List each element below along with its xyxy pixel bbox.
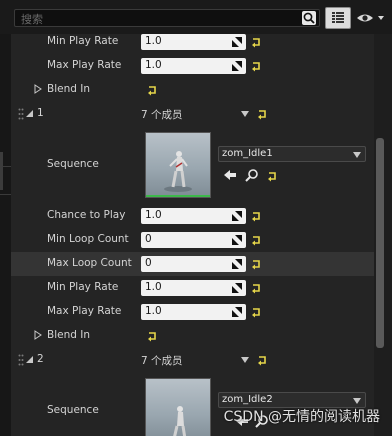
resize-handle-icon[interactable]: [232, 61, 242, 71]
max-play-rate-field[interactable]: 1.0: [141, 58, 246, 74]
reset-to-default-icon[interactable]: [147, 84, 159, 96]
details-toolbar: 搜索: [0, 0, 392, 34]
chevron-down-icon[interactable]: [241, 357, 249, 363]
property-row-chance-to-play: Chance to Play 1.0: [11, 204, 374, 228]
property-row-max-play-rate: Max Play Rate 1.0: [11, 300, 374, 324]
reset-to-default-icon[interactable]: [251, 306, 263, 318]
field-value: 1.0: [145, 281, 162, 293]
browse-asset-icon[interactable]: [245, 168, 259, 182]
resize-handle-icon[interactable]: [232, 235, 242, 245]
character-preview-icon: [164, 151, 192, 192]
reset-to-default-icon[interactable]: [251, 258, 263, 270]
property-label: Chance to Play: [47, 209, 126, 221]
reset-to-default-icon[interactable]: [251, 234, 263, 246]
left-gutter: [0, 34, 11, 436]
field-value: 1.0: [145, 35, 162, 47]
min-play-rate-field[interactable]: 1.0: [141, 34, 246, 50]
chevron-down-icon: [353, 152, 361, 158]
search-placeholder: 搜索: [21, 13, 43, 26]
field-value: 1.0: [145, 305, 162, 317]
member-count: 7 个成员: [141, 109, 183, 121]
property-row-max-loop-count: Max Loop Count 0: [11, 252, 374, 276]
chevron-down-icon: [353, 398, 361, 404]
use-selected-asset-icon[interactable]: [223, 168, 237, 182]
expand-arrow-icon[interactable]: [33, 330, 43, 340]
max-loop-count-field[interactable]: 0: [141, 256, 246, 272]
chevron-down-icon: [378, 16, 384, 20]
resize-handle-icon[interactable]: [232, 259, 242, 269]
view-options-button[interactable]: [355, 10, 387, 26]
property-row-max-play-rate: Max Play Rate 1.0: [11, 54, 374, 78]
resize-handle-icon[interactable]: [232, 37, 242, 47]
min-play-rate-field[interactable]: 1.0: [141, 280, 246, 296]
property-matrix-button[interactable]: [325, 7, 351, 29]
collapse-arrow-icon[interactable]: [25, 108, 35, 118]
property-label: Blend In: [47, 83, 90, 95]
element-index: 2: [37, 353, 44, 365]
asset-name: zom_Idle1: [222, 148, 273, 159]
collapse-arrow-icon[interactable]: [25, 354, 35, 364]
property-row-sequence: Sequence zom_Idle2: [11, 374, 374, 436]
member-count: 7 个成员: [141, 355, 183, 367]
asset-picker-combo[interactable]: zom_Idle1: [218, 146, 366, 162]
reset-to-default-icon[interactable]: [257, 108, 269, 120]
drag-handle-icon[interactable]: [18, 108, 24, 120]
gutter-divider: [0, 194, 11, 195]
eye-icon: [357, 14, 384, 22]
property-label: Min Play Rate: [47, 281, 119, 293]
property-row-sequence: Sequence zom_Idle1: [11, 128, 374, 200]
property-label: Blend In: [47, 329, 90, 341]
search-icon[interactable]: [302, 11, 316, 25]
asset-thumbnail[interactable]: [145, 132, 211, 198]
array-element-row-2: 2 7 个成员: [11, 348, 374, 372]
resize-handle-icon[interactable]: [232, 307, 242, 317]
property-row-min-play-rate: Min Play Rate 1.0: [11, 30, 374, 54]
property-label: Max Loop Count: [47, 257, 132, 269]
field-value: 0: [145, 257, 152, 269]
scrollbar-thumb[interactable]: [376, 138, 384, 348]
search-input[interactable]: 搜索: [14, 9, 320, 27]
character-preview-icon: [173, 406, 187, 436]
chevron-down-icon[interactable]: [241, 111, 249, 117]
property-label: Max Play Rate: [47, 305, 122, 317]
reset-to-default-icon[interactable]: [257, 354, 269, 366]
min-loop-count-field[interactable]: 0: [141, 232, 246, 248]
field-value: 0: [145, 233, 152, 245]
reset-to-default-icon[interactable]: [147, 330, 159, 342]
field-value: 1.0: [145, 209, 162, 221]
property-row-blend-in: Blend In: [11, 324, 374, 348]
property-label: Min Play Rate: [47, 35, 119, 47]
expand-arrow-icon[interactable]: [33, 84, 43, 94]
reset-to-default-icon[interactable]: [251, 210, 263, 222]
asset-name: zom_Idle2: [222, 394, 273, 405]
property-label: Min Loop Count: [47, 233, 129, 245]
element-index: 1: [37, 107, 44, 119]
property-row-min-loop-count: Min Loop Count 0: [11, 228, 374, 252]
property-label: Max Play Rate: [47, 59, 122, 71]
drag-handle-icon[interactable]: [18, 354, 24, 366]
property-label: Sequence: [47, 404, 99, 416]
gutter-accent: [0, 152, 3, 190]
field-value: 1.0: [145, 59, 162, 71]
property-row-blend-in: Blend In: [11, 78, 374, 102]
array-element-row-1: 1 7 个成员: [11, 102, 374, 126]
property-row-min-play-rate: Min Play Rate 1.0: [11, 276, 374, 300]
reset-to-default-icon[interactable]: [251, 282, 263, 294]
resize-handle-icon[interactable]: [232, 283, 242, 293]
max-play-rate-field[interactable]: 1.0: [141, 304, 246, 320]
reset-to-default-icon[interactable]: [251, 60, 263, 72]
reset-to-default-icon[interactable]: [267, 170, 279, 182]
resize-handle-icon[interactable]: [232, 211, 242, 221]
thumbnail-ground: [146, 195, 210, 197]
watermark: CSDN @无情的阅读机器: [223, 409, 380, 425]
asset-thumbnail[interactable]: [145, 378, 211, 436]
property-label: Sequence: [47, 158, 99, 170]
reset-to-default-icon[interactable]: [251, 36, 263, 48]
grid-icon: [332, 12, 344, 23]
chance-to-play-field[interactable]: 1.0: [141, 208, 246, 224]
